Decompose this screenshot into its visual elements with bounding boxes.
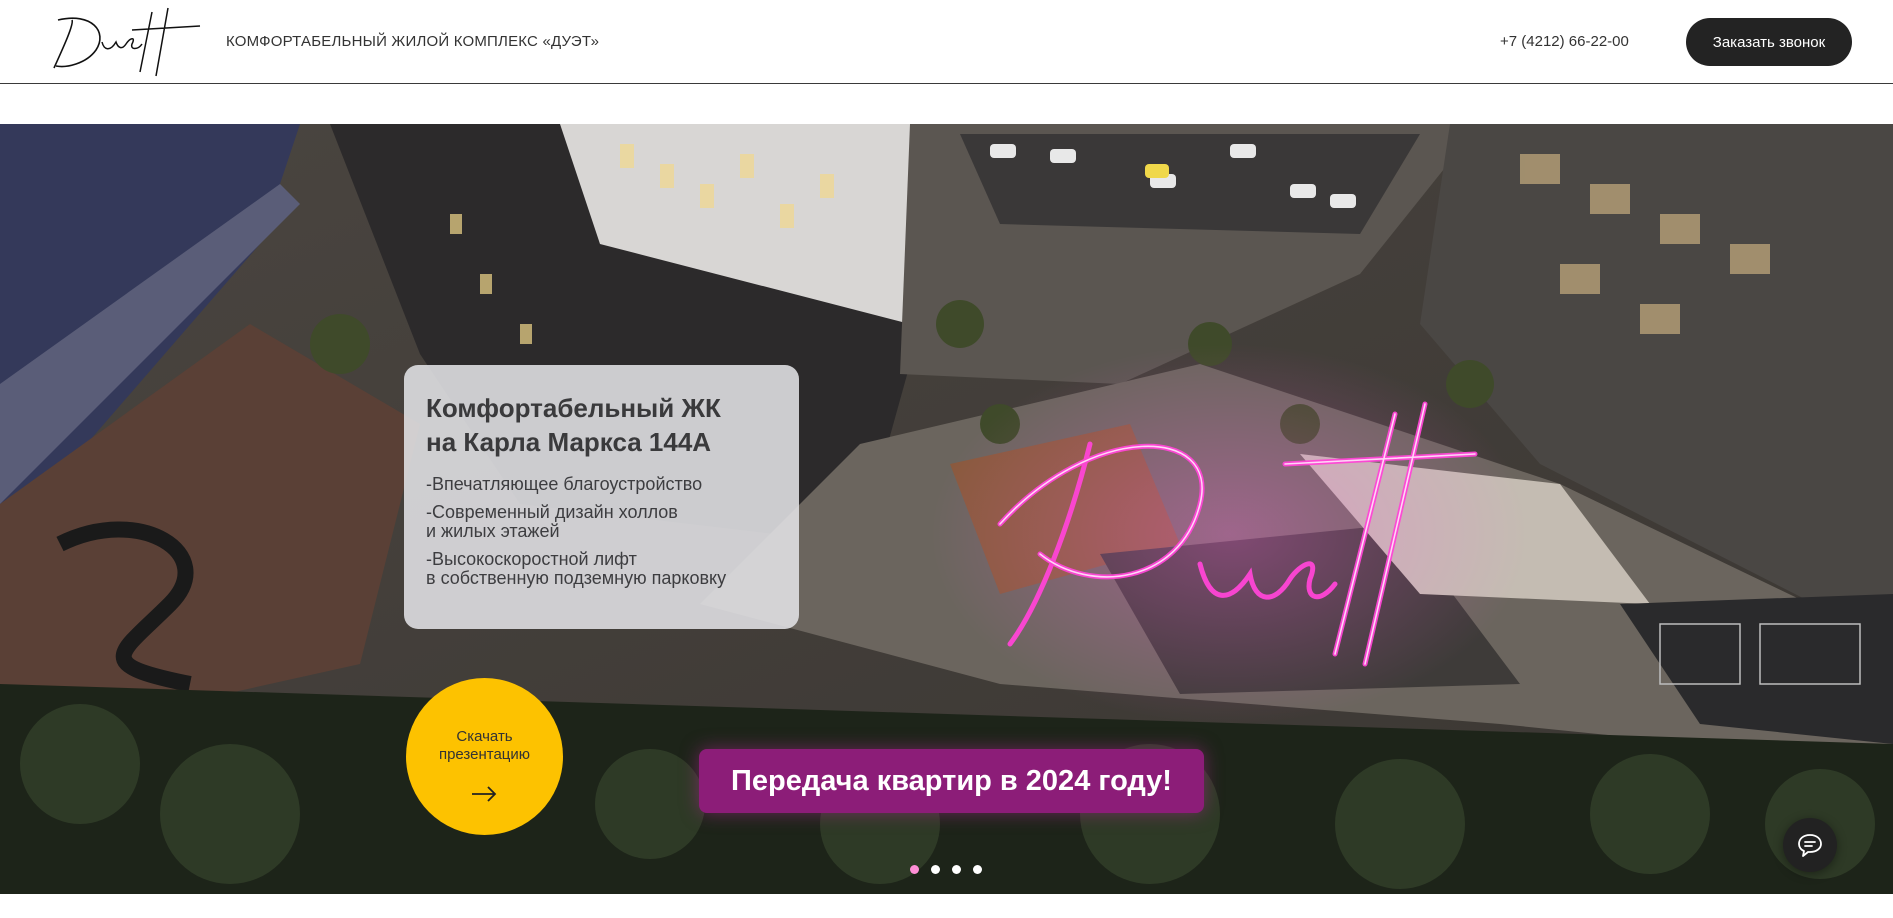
chat-bubble-icon [1798,834,1822,857]
slider-dots [910,865,982,875]
chat-button[interactable] [1783,818,1837,872]
order-call-button[interactable]: Заказать звонок [1686,18,1852,66]
slider-dot[interactable] [952,865,961,874]
duett-logo[interactable] [44,6,204,78]
arrow-right-icon [472,786,497,802]
info-card: Комфортабельный ЖК на Карла Маркса 144А … [404,365,799,629]
features-list: -Впечатляющее благоустройство -Современн… [426,475,779,588]
slider-dot[interactable] [973,865,982,874]
promo-text: Передача квартир в 2024 году! [731,765,1172,797]
promo-banner: Передача квартир в 2024 году! [699,749,1204,813]
info-title-line-1: Комфортабельный ЖК [426,393,721,423]
info-title-line-2: на Карла Маркса 144А [426,427,712,457]
site-tagline: КОМФОРТАБЕЛЬНЫЙ ЖИЛОЙ КОМПЛЕКС «ДУЭТ» [226,33,600,50]
feature-item: -Высокоскоростной лифт в собственную под… [426,549,727,588]
info-title: Комфортабельный ЖК на Карла Маркса 144А [426,391,779,459]
hero-slider: Комфортабельный ЖК на Карла Маркса 144А … [0,124,1893,894]
slider-dot[interactable] [910,865,919,874]
download-presentation-label: Скачать презентацию [438,728,531,763]
download-presentation-button[interactable]: Скачать презентацию [406,678,563,835]
site-header: КОМФОРТАБЕЛЬНЫЙ ЖИЛОЙ КОМПЛЕКС «ДУЭТ» +7… [0,0,1893,84]
slider-dot[interactable] [931,865,940,874]
feature-item: -Современный дизайн холлов и жилых этаже… [426,502,678,541]
phone-link[interactable]: +7 (4212) 66-22-00 [1500,33,1629,50]
feature-item: -Впечатляющее благоустройство [426,474,703,494]
